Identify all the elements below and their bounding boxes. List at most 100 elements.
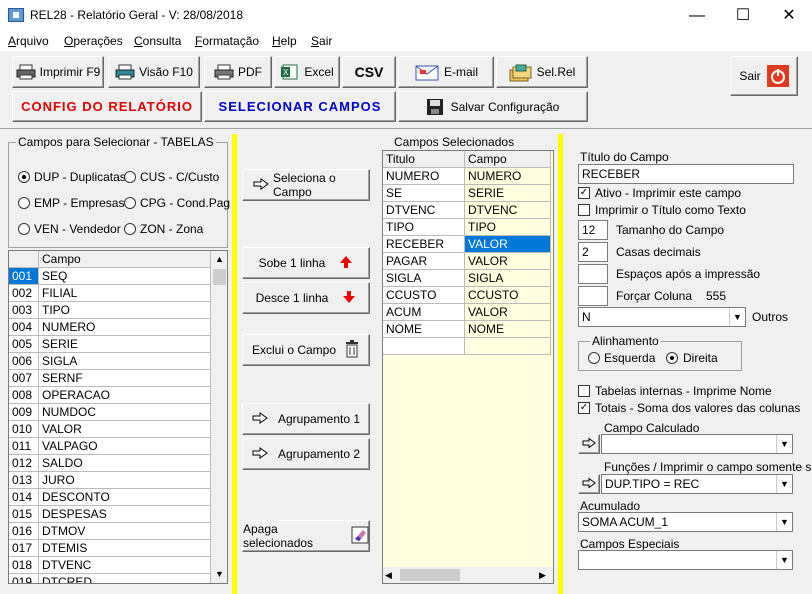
radio-emp[interactable]: [18, 197, 30, 209]
internal-tables-checkbox[interactable]: [578, 385, 590, 397]
select-fields-button[interactable]: SELECIONAR CAMPOS: [204, 91, 396, 122]
table-row[interactable]: NUMERO NUMERO: [383, 168, 553, 185]
selected-title[interactable]: SIGLA: [383, 270, 465, 287]
maximize-button[interactable]: ☐: [720, 0, 766, 31]
accumulated-select[interactable]: SOMA ACUM_1: [578, 512, 793, 532]
functions-select[interactable]: DUP.TIPO = REC: [601, 474, 793, 494]
decimals-input[interactable]: 2: [578, 242, 608, 262]
selected-title[interactable]: SE: [383, 185, 465, 202]
chevron-down-icon[interactable]: ▼: [729, 308, 745, 326]
table-row[interactable]: ACUM VALOR: [383, 304, 553, 321]
table-row[interactable]: 013 JURO: [9, 472, 211, 489]
align-right-radio[interactable]: [666, 352, 678, 364]
table-row[interactable]: 012 SALDO: [9, 455, 211, 472]
field-title-input[interactable]: RECEBER: [578, 164, 794, 184]
functions-button[interactable]: [578, 474, 600, 494]
table-row[interactable]: 005 SERIE: [9, 336, 211, 353]
selected-field[interactable]: SIGLA: [465, 270, 551, 287]
delete-field-button[interactable]: Exclui o Campo: [242, 334, 370, 366]
radio-zon[interactable]: [124, 223, 136, 235]
print-button[interactable]: Imprimir F9: [12, 56, 104, 88]
hscroll-thumb[interactable]: [400, 569, 460, 581]
force-column-input[interactable]: [578, 286, 608, 306]
preview-button[interactable]: Visão F10: [108, 56, 200, 88]
menu-operacoes[interactable]: Operações: [64, 34, 123, 48]
scroll-right-icon[interactable]: ▶: [539, 567, 546, 583]
totals-checkbox[interactable]: ✓: [578, 402, 590, 414]
group1-button[interactable]: Agrupamento 1: [242, 403, 370, 435]
table-row[interactable]: RECEBER VALOR: [383, 236, 553, 253]
delete-selected-button[interactable]: Apaga selecionados: [242, 520, 370, 552]
exit-button[interactable]: Sair: [730, 56, 798, 96]
selected-field[interactable]: NUMERO: [465, 168, 551, 185]
selected-title[interactable]: DTVENC: [383, 202, 465, 219]
table-row[interactable]: SE SERIE: [383, 185, 553, 202]
selected-field[interactable]: VALOR: [465, 236, 551, 253]
save-config-button[interactable]: Salvar Configuração: [398, 91, 588, 122]
selected-field[interactable]: VALOR: [465, 253, 551, 270]
selected-field[interactable]: DTVENC: [465, 202, 551, 219]
scroll-thumb[interactable]: [213, 269, 226, 285]
selected-title[interactable]: PAGAR: [383, 253, 465, 270]
print-title-checkbox[interactable]: [578, 204, 590, 216]
calc-field-button[interactable]: [578, 434, 600, 454]
active-checkbox[interactable]: ✓: [578, 187, 590, 199]
size-input[interactable]: 12: [578, 220, 608, 240]
selected-fields-grid[interactable]: Titulo Campo NUMERO NUMERO SE SERIE DTVENC DT…: [382, 150, 554, 584]
calc-field-select[interactable]: [601, 434, 793, 454]
selected-title[interactable]: TIPO: [383, 219, 465, 236]
table-row[interactable]: CCUSTO CCUSTO: [383, 287, 553, 304]
table-row[interactable]: TIPO TIPO: [383, 219, 553, 236]
selected-title[interactable]: NUMERO: [383, 168, 465, 185]
table-row[interactable]: 016 DTMOV: [9, 523, 211, 540]
selected-field[interactable]: VALOR: [465, 304, 551, 321]
selected-field[interactable]: SERIE: [465, 185, 551, 202]
others-select[interactable]: N: [578, 307, 746, 327]
selected-field[interactable]: CCUSTO: [465, 287, 551, 304]
chevron-down-icon[interactable]: ▼: [776, 435, 792, 453]
table-row[interactable]: 008 OPERACAO: [9, 387, 211, 404]
table-row[interactable]: 006 SIGLA: [9, 353, 211, 370]
menu-arquivo[interactable]: Arquivo: [8, 34, 49, 48]
menu-formatacao[interactable]: Formatação: [195, 34, 259, 48]
table-row[interactable]: 018 DTVENC: [9, 557, 211, 574]
chevron-down-icon[interactable]: ▼: [776, 551, 792, 569]
pdf-button[interactable]: PDF: [204, 56, 272, 88]
table-row[interactable]: 009 NUMDOC: [9, 404, 211, 421]
table-row[interactable]: 014 DESCONTO: [9, 489, 211, 506]
table-row[interactable]: 019 DTCRED: [9, 574, 211, 583]
menu-sair[interactable]: Sair: [311, 34, 332, 48]
table-row[interactable]: SIGLA SIGLA: [383, 270, 553, 287]
table-row[interactable]: 017 DTEMIS: [9, 540, 211, 557]
selected-title[interactable]: CCUSTO: [383, 287, 465, 304]
radio-ven[interactable]: [18, 223, 30, 235]
select-field-button[interactable]: Seleciona o Campo: [242, 169, 370, 201]
move-down-button[interactable]: Desce 1 linha: [242, 282, 370, 314]
table-row[interactable]: 004 NUMERO: [9, 319, 211, 336]
menu-help[interactable]: Help: [272, 34, 297, 48]
selected-field[interactable]: NOME: [465, 321, 551, 338]
radio-cpg[interactable]: [124, 197, 136, 209]
fields-grid-scrollbar[interactable]: ▲ ▼: [211, 251, 227, 583]
table-row[interactable]: 015 DESPESAS: [9, 506, 211, 523]
table-row[interactable]: NOME NOME: [383, 321, 553, 338]
selected-field[interactable]: TIPO: [465, 219, 551, 236]
align-left-radio[interactable]: [588, 352, 600, 364]
selected-title[interactable]: [383, 338, 465, 355]
table-row[interactable]: 001 SEQ: [9, 268, 211, 285]
selected-grid-hscrollbar[interactable]: ◀ ▶: [383, 567, 553, 583]
radio-cus[interactable]: [124, 171, 136, 183]
table-row[interactable]: 002 FILIAL: [9, 285, 211, 302]
config-report-button[interactable]: CONFIG DO RELATÓRIO: [12, 91, 202, 122]
sel-rel-button[interactable]: Sel.Rel: [496, 56, 588, 88]
table-row[interactable]: 007 SERNF: [9, 370, 211, 387]
selected-field[interactable]: [465, 338, 551, 355]
fields-grid[interactable]: Campo 001 SEQ 002 FILIAL 003 TIPO 004 NUMERO 005…: [8, 250, 228, 584]
spaces-input[interactable]: [578, 264, 608, 284]
close-button[interactable]: ✕: [766, 0, 812, 31]
scroll-up-icon[interactable]: ▲: [211, 251, 227, 268]
selected-title[interactable]: RECEBER: [383, 236, 465, 253]
table-row[interactable]: 003 TIPO: [9, 302, 211, 319]
selected-title[interactable]: NOME: [383, 321, 465, 338]
table-row[interactable]: DTVENC DTVENC: [383, 202, 553, 219]
